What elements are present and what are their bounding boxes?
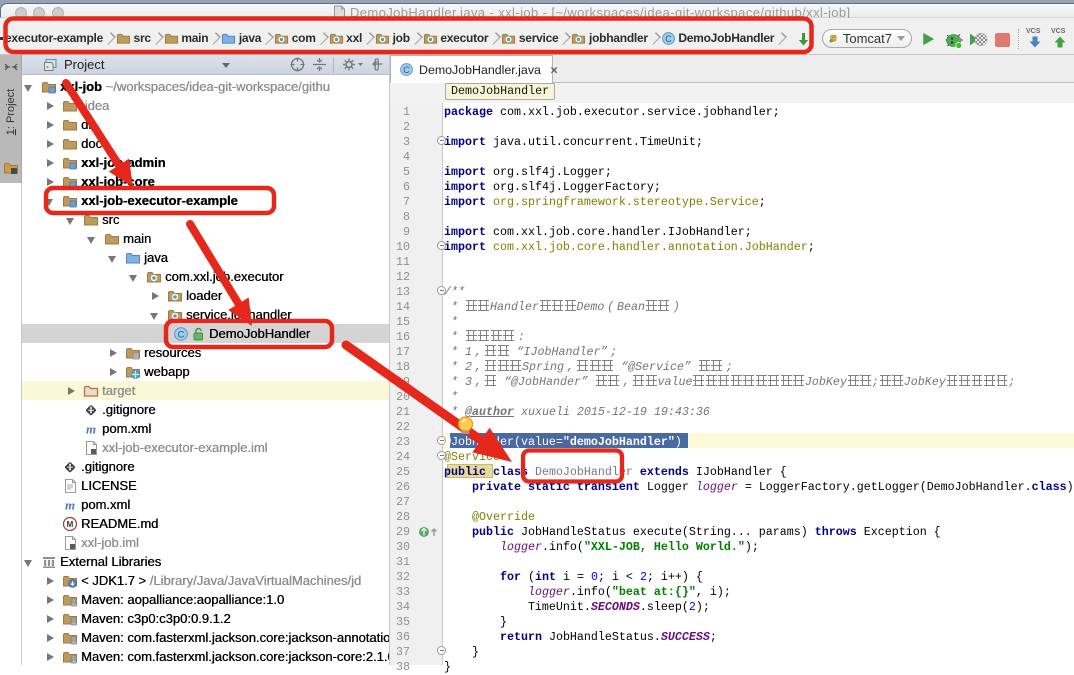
- svg-text:C: C: [178, 329, 185, 340]
- svg-text:m: m: [65, 497, 75, 512]
- svg-text:m: m: [86, 421, 96, 436]
- svg-text:C: C: [665, 33, 672, 43]
- svg-text:C: C: [403, 65, 410, 75]
- svg-text:M: M: [67, 520, 74, 529]
